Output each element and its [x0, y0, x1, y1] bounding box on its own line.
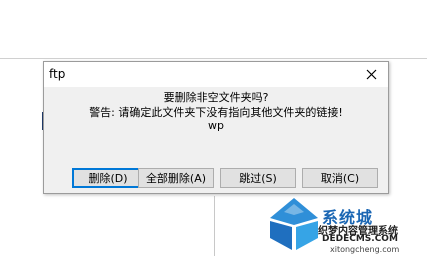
cancel-button[interactable]: 取消(C)	[302, 168, 378, 188]
dialog-title: ftp	[49, 67, 66, 81]
question-text: 要删除非空文件夹吗?	[163, 91, 269, 104]
delete-folder-dialog: ftp 要删除非空文件夹吗? 警告: 请确定此文件夹下没有指向其他文件夹的链接!…	[43, 61, 389, 194]
background-divider	[214, 196, 215, 256]
delete-all-button[interactable]: 全部删除(A)	[138, 168, 214, 188]
delete-button[interactable]: 删除(D)	[72, 168, 144, 188]
close-button[interactable]	[355, 62, 388, 87]
watermark-url: xitongcheng.com	[330, 245, 400, 254]
watermark-site: DEDECMS.COM	[322, 234, 398, 244]
background-divider	[0, 58, 427, 59]
skip-button[interactable]: 跳过(S)	[220, 168, 296, 188]
windows-logo-icon	[270, 198, 318, 250]
dialog-titlebar: ftp	[44, 62, 388, 87]
warning-text: 警告: 请确定此文件夹下没有指向其他文件夹的链接!	[89, 106, 343, 119]
close-icon	[366, 69, 377, 80]
folder-name: wp	[208, 119, 224, 132]
